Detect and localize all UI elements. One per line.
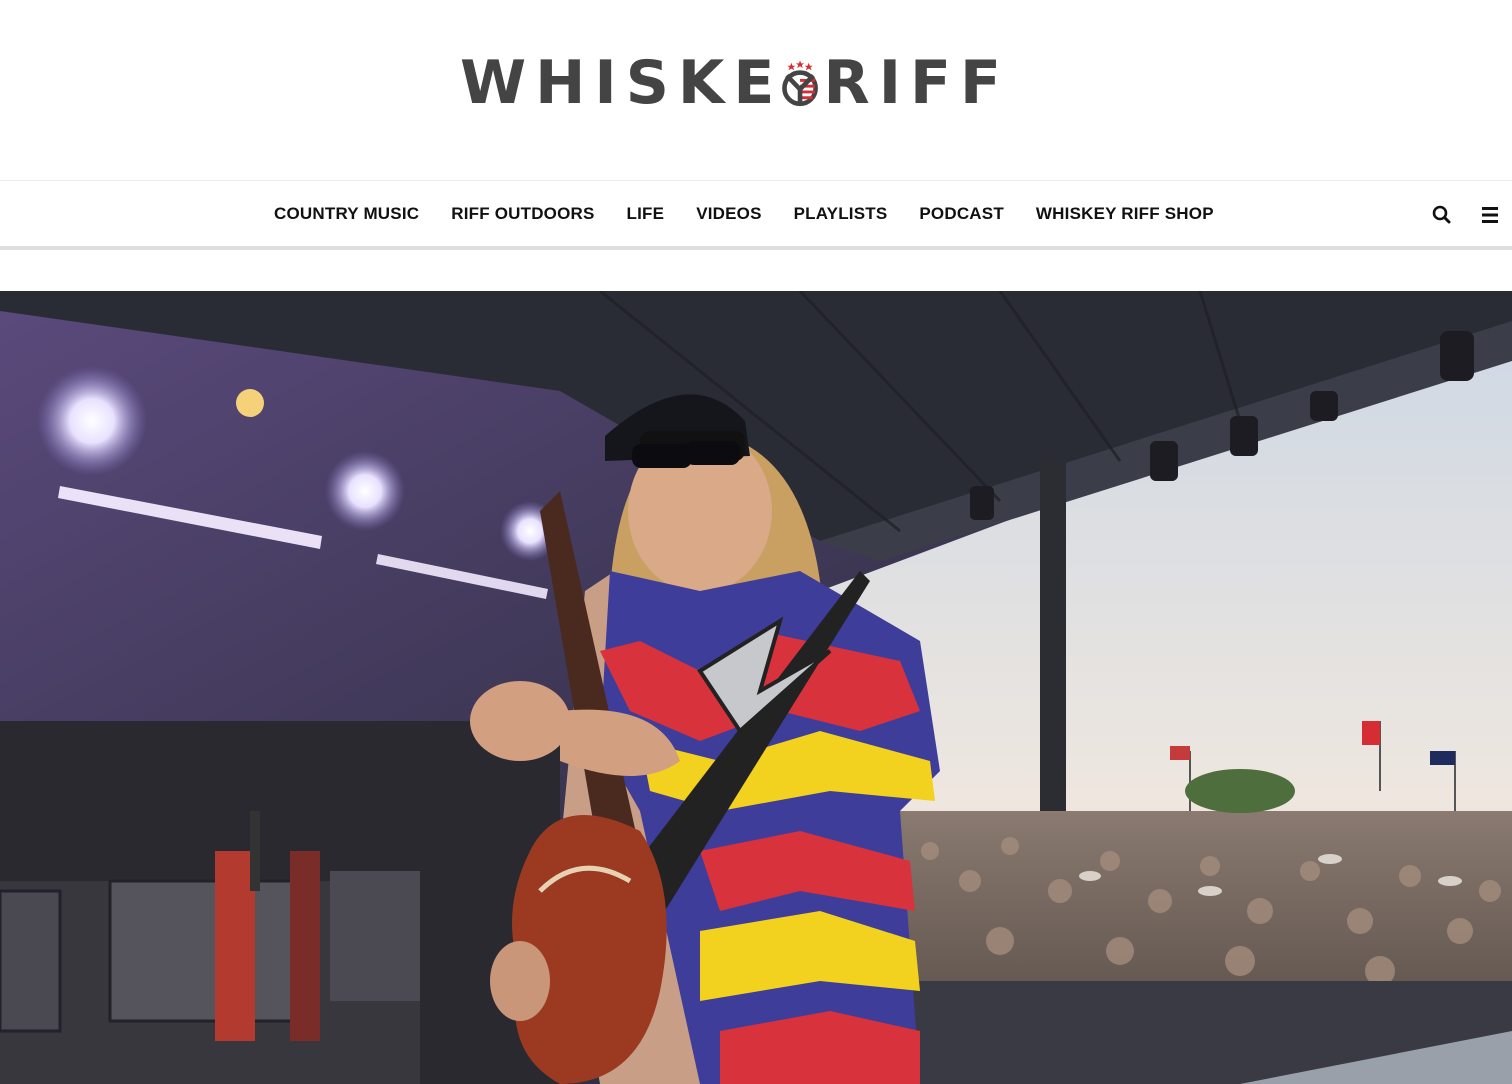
nav-item-whiskey-riff-shop[interactable]: WHISKEY RIFF SHOP [1020, 204, 1230, 224]
concert-photo [0, 291, 1512, 1084]
site-logo[interactable]: WHISKE RIFF [460, 42, 1010, 124]
search-icon[interactable] [1430, 203, 1454, 227]
whiskey-riff-emblem-icon [782, 60, 819, 107]
nav-menu: COUNTRY MUSIC RIFF OUTDOORS LIFE VIDEOS … [258, 181, 1230, 247]
main-navigation: COUNTRY MUSIC RIFF OUTDOORS LIFE VIDEOS … [0, 180, 1512, 250]
nav-item-life[interactable]: LIFE [611, 204, 681, 224]
nav-item-country-music[interactable]: COUNTRY MUSIC [258, 204, 435, 224]
nav-item-videos[interactable]: VIDEOS [680, 204, 777, 224]
site-header: WHISKE RIFF [0, 0, 1512, 180]
nav-item-podcast[interactable]: PODCAST [903, 204, 1020, 224]
nav-item-riff-outdoors[interactable]: RIFF OUTDOORS [435, 204, 610, 224]
logo-text-left: WHISKE [460, 48, 784, 118]
nav-item-playlists[interactable]: PLAYLISTS [778, 204, 904, 224]
hero-image[interactable] [0, 291, 1512, 1084]
logo-text-right: RIFF [823, 48, 1010, 118]
hamburger-menu-icon[interactable] [1478, 203, 1502, 227]
